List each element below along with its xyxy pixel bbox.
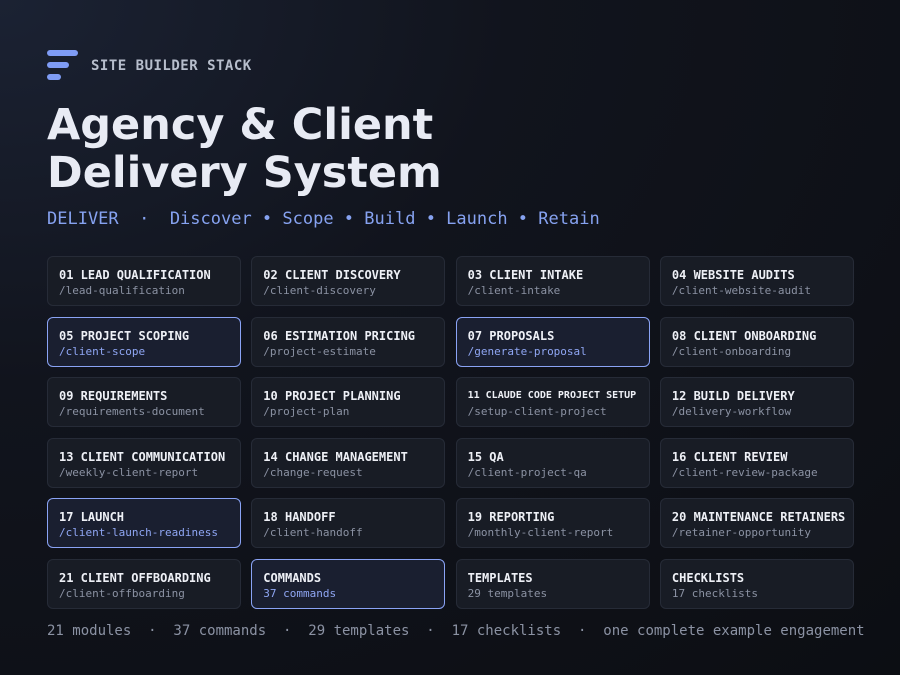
module-title: 15 QA bbox=[467, 449, 504, 464]
module-command: /client-project-qa bbox=[467, 465, 587, 479]
module-card[interactable]: 06 ESTIMATION PRICING/project-estimate bbox=[251, 316, 446, 367]
module-title: 06 ESTIMATION PRICING bbox=[263, 328, 416, 343]
module-card[interactable]: 03 CLIENT INTAKE/client-intake bbox=[455, 256, 650, 306]
module-command: 17 checklists bbox=[671, 586, 758, 600]
module-card[interactable]: 11 CLAUDE CODE PROJECT SETUP/setup-clien… bbox=[455, 377, 650, 427]
module-title: CHECKLISTS bbox=[671, 570, 745, 585]
module-card[interactable]: 14 CHANGE MANAGEMENT/change-request bbox=[251, 437, 446, 488]
module-title: 20 MAINTENANCE RETAINERS bbox=[671, 510, 846, 524]
module-grid: 01 LEAD QUALIFICATION/lead-qualification… bbox=[47, 256, 854, 609]
module-title: 21 CLIENT OFFBOARDING bbox=[59, 570, 211, 585]
module-command: /retainer-opportunity bbox=[671, 526, 811, 539]
page-title-line-1: Agency & Client bbox=[47, 100, 434, 150]
module-command: /client-launch-readiness bbox=[59, 526, 218, 539]
module-card[interactable]: 16 CLIENT REVIEW/client-review-package bbox=[659, 437, 854, 488]
module-card[interactable]: COMMANDS 37 commands bbox=[251, 558, 446, 609]
module-card[interactable]: 01 LEAD QUALIFICATION/lead-qualification bbox=[47, 256, 241, 306]
module-title: 11 CLAUDE CODE PROJECT SETUP bbox=[467, 390, 637, 401]
module-command: /project-estimate bbox=[263, 344, 376, 358]
module-command: /setup-client-project bbox=[467, 405, 607, 418]
module-card[interactable]: 02 CLIENT DISCOVERY/client-discovery bbox=[251, 256, 446, 306]
module-card[interactable]: CHECKLISTS 17 checklists bbox=[659, 558, 854, 609]
module-title: 01 LEAD QUALIFICATION bbox=[59, 268, 211, 282]
module-command: /client-offboarding bbox=[59, 586, 185, 600]
module-title: 07 PROPOSALS bbox=[467, 328, 555, 343]
module-command: /client-website-audit bbox=[671, 284, 811, 297]
module-card[interactable]: 21 CLIENT OFFBOARDING/client-offboarding bbox=[47, 558, 241, 609]
module-card[interactable]: 08 CLIENT ONBOARDING/client-onboarding bbox=[659, 316, 854, 367]
brand: SITE BUILDER STACK bbox=[47, 50, 252, 81]
module-command: /client-intake bbox=[467, 284, 561, 297]
page-title-line-2: Delivery System bbox=[47, 148, 442, 198]
module-card[interactable]: 20 MAINTENANCE RETAINERS/retainer-opport… bbox=[659, 498, 854, 548]
module-card[interactable]: 10 PROJECT PLANNING/project-plan bbox=[251, 377, 446, 427]
page-title: Agency & Client Delivery System bbox=[47, 101, 442, 197]
tagline: DELIVER · Discover • Scope • Build • Lau… bbox=[47, 209, 600, 229]
module-title: 12 BUILD DELIVERY bbox=[671, 389, 795, 403]
module-card[interactable]: TEMPLATES 29 templates bbox=[455, 558, 650, 609]
module-command: /client-scope bbox=[59, 344, 146, 358]
module-title: 03 CLIENT INTAKE bbox=[467, 268, 584, 282]
module-command: /project-plan bbox=[263, 405, 350, 418]
module-card[interactable]: 04 WEBSITE AUDITS/client-website-audit bbox=[659, 256, 854, 306]
module-title: 02 CLIENT DISCOVERY bbox=[263, 268, 401, 282]
module-card[interactable]: 19 REPORTING/monthly-client-report bbox=[455, 498, 650, 548]
brand-name: SITE BUILDER STACK bbox=[91, 57, 252, 74]
module-title: 16 CLIENT REVIEW bbox=[671, 449, 788, 464]
module-card[interactable]: 13 CLIENT COMMUNICATION/weekly-client-re… bbox=[47, 437, 241, 488]
module-command: 29 templates bbox=[467, 586, 548, 600]
module-card[interactable]: 05 PROJECT SCOPING/client-scope bbox=[47, 316, 241, 367]
module-command: /client-onboarding bbox=[671, 344, 792, 358]
module-command: /generate-proposal bbox=[467, 344, 587, 358]
module-title: 17 LAUNCH bbox=[59, 510, 125, 524]
module-title: TEMPLATES bbox=[467, 570, 533, 585]
module-title: 14 CHANGE MANAGEMENT bbox=[263, 449, 408, 464]
module-command: /client-review-package bbox=[671, 465, 818, 479]
module-command: /client-handoff bbox=[263, 526, 363, 539]
module-command: /requirements-document bbox=[59, 405, 205, 418]
module-title: 08 CLIENT ONBOARDING bbox=[671, 328, 817, 343]
module-command: /client-discovery bbox=[263, 284, 376, 297]
footer-summary: 21 modules · 37 commands · 29 templates … bbox=[47, 623, 865, 639]
module-title: 19 REPORTING bbox=[467, 510, 555, 524]
module-title: 13 CLIENT COMMUNICATION bbox=[59, 449, 226, 464]
module-title: 09 REQUIREMENTS bbox=[59, 389, 168, 403]
module-command: /weekly-client-report bbox=[59, 465, 199, 479]
module-card[interactable]: 09 REQUIREMENTS/requirements-document bbox=[47, 377, 241, 427]
module-title: 04 WEBSITE AUDITS bbox=[671, 268, 795, 282]
module-title: 05 PROJECT SCOPING bbox=[59, 328, 190, 343]
module-card[interactable]: 18 HANDOFF/client-handoff bbox=[251, 498, 446, 548]
module-card[interactable]: 15 QA/client-project-qa bbox=[455, 437, 650, 488]
module-command: /lead-qualification bbox=[59, 284, 185, 297]
module-command: 37 commands bbox=[263, 586, 337, 600]
module-card[interactable]: 07 PROPOSALS/generate-proposal bbox=[455, 316, 650, 367]
module-command: /delivery-workflow bbox=[671, 405, 792, 418]
module-title: 18 HANDOFF bbox=[263, 510, 336, 524]
module-title: COMMANDS bbox=[263, 570, 322, 585]
stacked-bars-logo-icon bbox=[47, 50, 79, 81]
module-card[interactable]: 17 LAUNCH/client-launch-readiness bbox=[47, 498, 241, 548]
module-title: 10 PROJECT PLANNING bbox=[263, 389, 401, 403]
module-command: /change-request bbox=[263, 465, 363, 479]
module-command: /monthly-client-report bbox=[467, 526, 614, 539]
module-card[interactable]: 12 BUILD DELIVERY/delivery-workflow bbox=[659, 377, 854, 427]
